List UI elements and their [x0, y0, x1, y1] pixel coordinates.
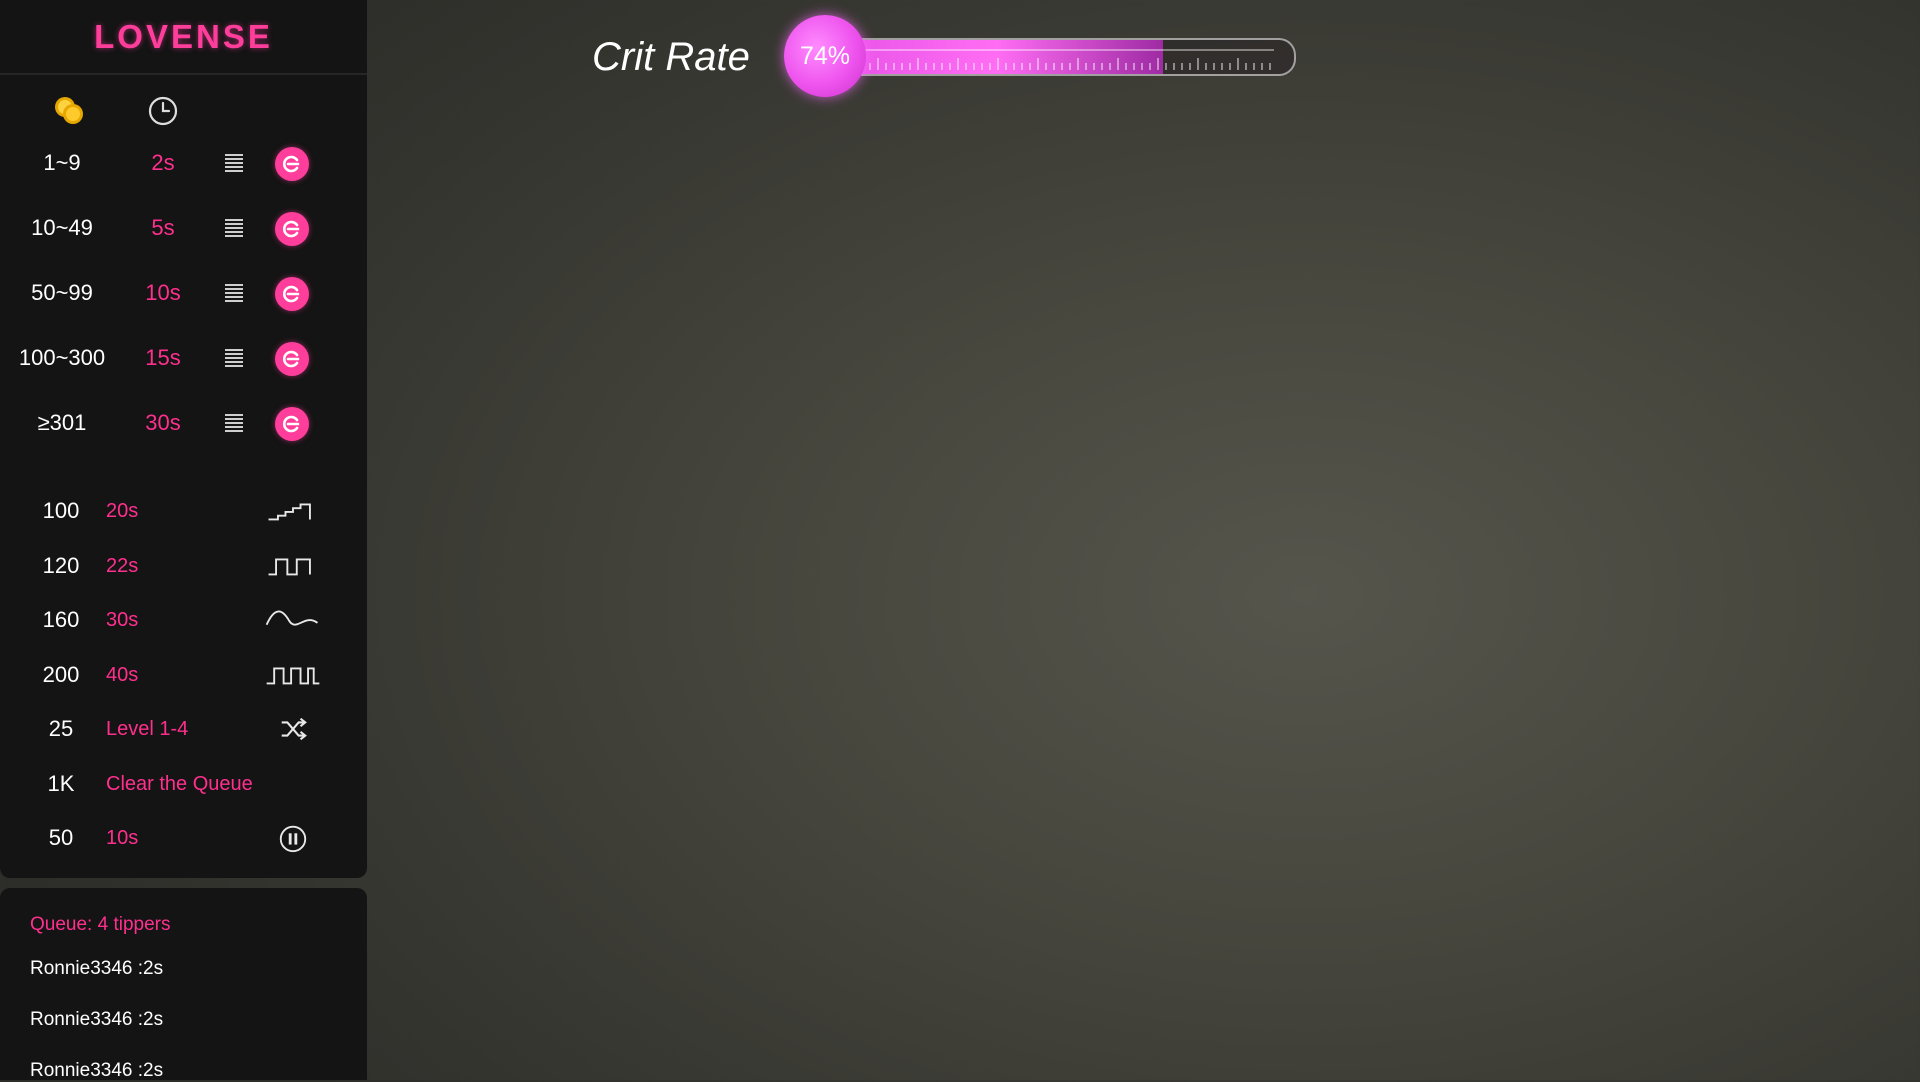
toy-icon	[275, 212, 309, 246]
level-row: 100~300 15s	[0, 338, 367, 378]
toy-icon	[275, 277, 309, 311]
special-amount: 160	[42, 607, 80, 632]
special-row: 50 10s	[0, 818, 367, 858]
level-row: ≥301 30s	[0, 403, 367, 443]
level-bars-icon	[222, 346, 246, 370]
level-amount: 100~300	[18, 345, 106, 370]
special-amount: 100	[42, 498, 80, 523]
tip-menu-panel: LOVENSE 1~9 2s 10~49 5s 50~99 10s 100~300 15s ≥3…	[0, 0, 367, 878]
level-row: 10~49 5s	[0, 208, 367, 248]
level-amount: ≥301	[37, 410, 87, 435]
crit-rate-bulb: 74%	[784, 15, 866, 97]
special-description: 22s	[106, 555, 139, 577]
special-description: 40s	[106, 664, 139, 686]
crit-rate-label: Crit Rate	[592, 35, 750, 79]
special-description: Clear the Queue	[106, 773, 253, 795]
special-amount: 1K	[47, 771, 75, 796]
queue-item: Ronnie3346 :2s	[30, 958, 164, 979]
queue-item: Ronnie3346 :2s	[30, 1060, 164, 1081]
tokens-icon	[50, 92, 88, 130]
level-duration: 10s	[145, 280, 181, 305]
clock-icon	[144, 92, 182, 130]
queue-title: Queue: 4 tippers	[30, 914, 171, 935]
pulse-pattern-icon	[262, 550, 324, 582]
special-amount: 50	[48, 825, 74, 850]
level-amount: 1~9	[43, 150, 81, 175]
toy-icon	[275, 342, 309, 376]
special-description: 20s	[106, 500, 139, 522]
pause-icon	[262, 822, 324, 854]
toy-icon	[275, 407, 309, 441]
level-row: 1~9 2s	[0, 143, 367, 183]
level-amount: 10~49	[31, 215, 93, 240]
level-row: 50~99 10s	[0, 273, 367, 313]
queue-item: Ronnie3346 :2s	[30, 1009, 164, 1030]
level-bars-icon	[222, 216, 246, 240]
special-amount: 25	[48, 716, 74, 741]
level-bars-icon	[222, 151, 246, 175]
special-description: 10s	[106, 827, 139, 849]
shuffle-icon	[262, 713, 324, 745]
special-amount: 120	[42, 553, 80, 578]
level-bars-icon	[222, 281, 246, 305]
crit-rate-percent: 74%	[799, 41, 851, 70]
special-row: 25 Level 1-4	[0, 709, 367, 749]
crit-rate-ticks	[861, 49, 1274, 70]
special-row: 100 20s	[0, 491, 367, 531]
level-duration: 5s	[151, 215, 175, 240]
brand-logo: LOVENSE	[94, 18, 273, 55]
special-row: 200 40s	[0, 655, 367, 695]
level-duration: 15s	[145, 345, 181, 370]
special-amount: 200	[42, 662, 80, 687]
special-description: 30s	[106, 609, 139, 631]
level-amount: 50~99	[31, 280, 93, 305]
special-row: 160 30s	[0, 600, 367, 640]
stairs-pattern-icon	[262, 495, 324, 527]
special-description: Level 1-4	[106, 718, 189, 740]
level-bars-icon	[222, 411, 246, 435]
toy-icon	[275, 147, 309, 181]
special-row: 120 22s	[0, 546, 367, 586]
square-wave-pattern-icon	[262, 659, 324, 691]
wave-pattern-icon	[262, 604, 324, 636]
brand-divider	[0, 73, 367, 75]
special-row: 1K Clear the Queue	[0, 764, 367, 804]
level-duration: 2s	[151, 150, 175, 175]
level-duration: 30s	[145, 410, 181, 435]
